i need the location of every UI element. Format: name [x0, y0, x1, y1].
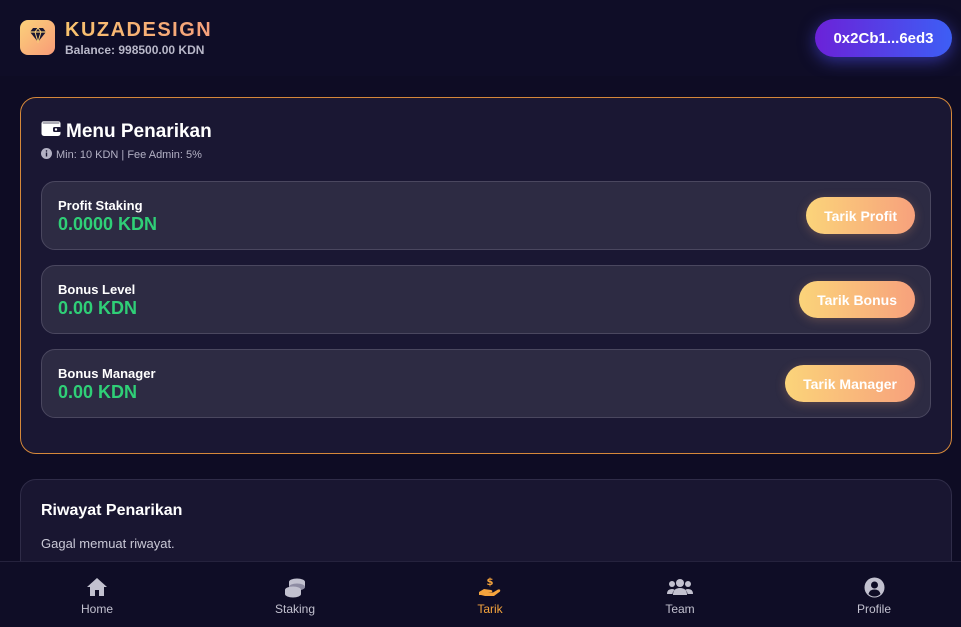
- row-label: Bonus Level: [58, 282, 136, 297]
- user-circle-icon: [864, 576, 885, 598]
- withdraw-menu-subtitle-text: Min: 10 KDN | Fee Admin: 5%: [56, 149, 202, 161]
- app-header: KUZADESIGN Balance: 998500.00 KDN 0x2Cb1…: [0, 0, 961, 76]
- hand-dollar-icon: $: [478, 576, 502, 598]
- wallet-icon: [41, 120, 61, 143]
- withdraw-menu-subtitle: Min: 10 KDN | Fee Admin: 5%: [41, 148, 202, 162]
- svg-text:$: $: [487, 577, 494, 588]
- withdraw-row-bonus-level: Bonus Level 0.00 KDN Tarik Bonus: [41, 265, 931, 334]
- history-error-message: Gagal memuat riwayat.: [41, 536, 175, 551]
- withdraw-menu-card: Menu Penarikan Min: 10 KDN | Fee Admin: …: [20, 97, 952, 454]
- row-label: Profit Staking: [58, 198, 143, 213]
- nav-label: Profile: [856, 602, 891, 616]
- withdraw-row-bonus-manager: Bonus Manager 0.00 KDN Tarik Manager: [41, 349, 931, 418]
- nav-item-team[interactable]: Team: [630, 562, 730, 627]
- users-icon: [667, 576, 693, 598]
- row-value: 0.00 KDN: [58, 382, 138, 402]
- withdraw-menu-title-text: Menu Penarikan: [66, 120, 212, 142]
- info-icon: [41, 148, 52, 162]
- brand-name: KUZADESIGN: [65, 19, 213, 41]
- withdraw-row-profit-staking: Profit Staking 0.0000 KDN Tarik Profit: [41, 181, 931, 250]
- nav-item-home[interactable]: Home: [47, 562, 147, 627]
- row-value: 0.00 KDN: [58, 298, 138, 318]
- row-label: Bonus Manager: [58, 366, 156, 381]
- nav-item-staking[interactable]: Staking: [245, 562, 345, 627]
- home-icon: [86, 576, 108, 598]
- nav-item-profile[interactable]: Profile: [824, 562, 924, 627]
- nav-label: Tarik: [477, 602, 503, 616]
- nav-item-tarik[interactable]: $ Tarik: [440, 562, 540, 627]
- coins-icon: [284, 576, 306, 598]
- row-value: 0.0000 KDN: [58, 214, 158, 234]
- diamond-icon: [29, 27, 47, 48]
- nav-label: Team: [665, 602, 695, 616]
- nav-label: Staking: [274, 602, 316, 616]
- withdraw-menu-title: Menu Penarikan: [41, 120, 212, 143]
- wallet-address-button[interactable]: 0x2Cb1...6ed3: [815, 19, 952, 57]
- brand-logo: [20, 20, 55, 55]
- bottom-nav: Home Staking $ Tarik Team Profile: [0, 561, 961, 627]
- withdraw-profit-button[interactable]: Tarik Profit: [806, 197, 915, 234]
- balance-text: Balance: 998500.00 KDN: [65, 43, 205, 57]
- withdraw-bonus-button[interactable]: Tarik Bonus: [799, 281, 915, 318]
- nav-label: Home: [80, 602, 113, 616]
- history-title: Riwayat Penarikan: [41, 502, 183, 519]
- withdraw-manager-button[interactable]: Tarik Manager: [785, 365, 915, 402]
